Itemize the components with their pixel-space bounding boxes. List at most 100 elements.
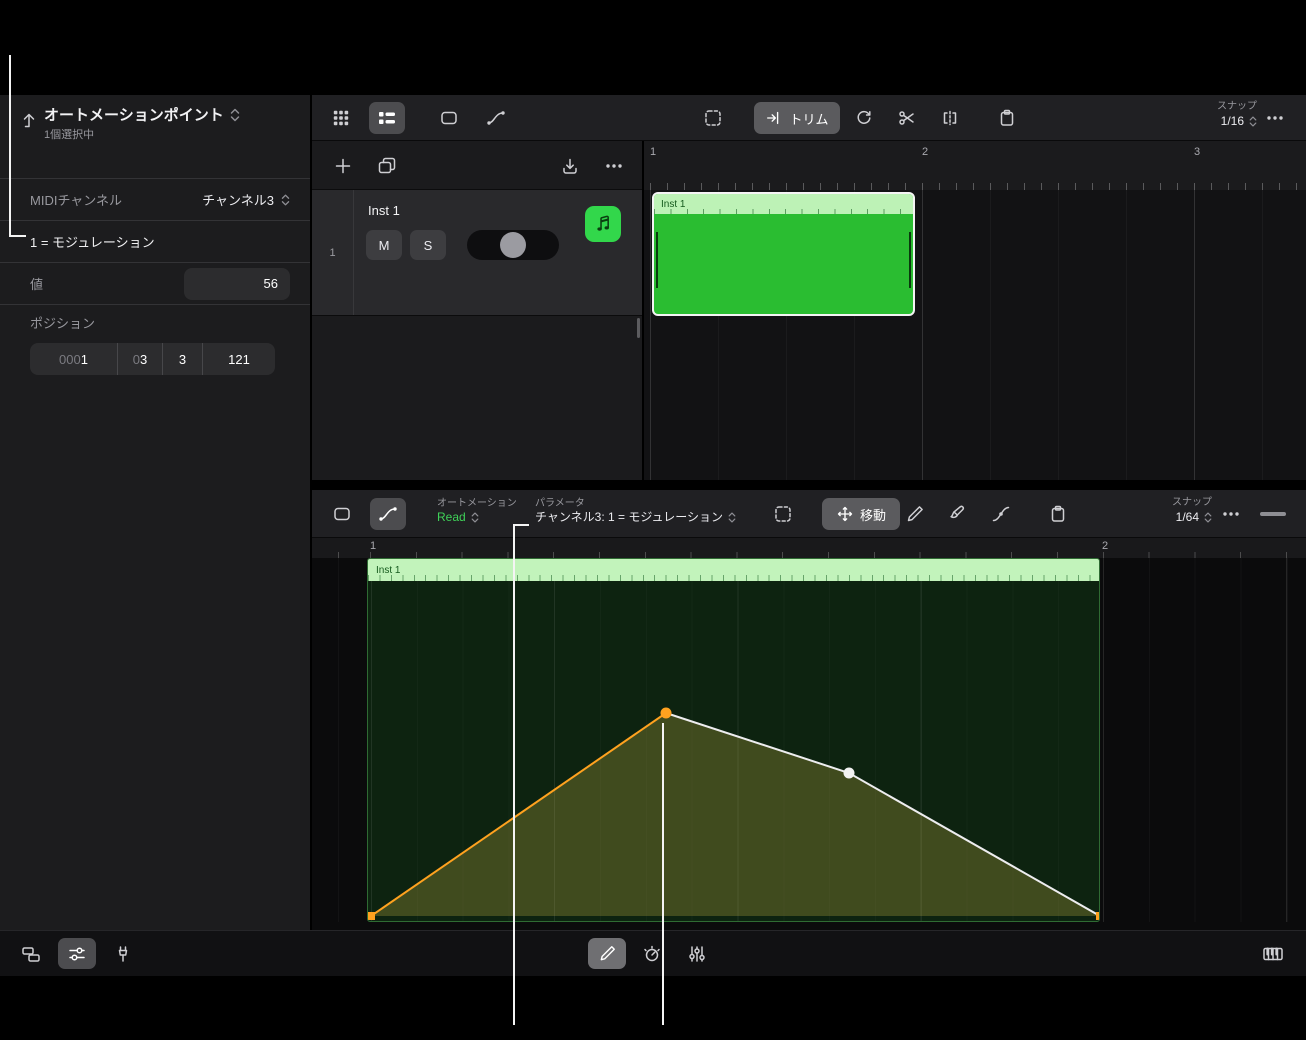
move-icon (836, 505, 854, 523)
parameter-value: チャンネル3: 1 = モジュレーション (535, 510, 723, 526)
dial-icon[interactable] (633, 938, 671, 969)
chevron-updown-icon (1204, 511, 1212, 524)
trim-handle-left[interactable] (656, 232, 658, 288)
snap-value: 1/64 (1176, 510, 1199, 525)
inspector-rows: MIDIチャンネル チャンネル3 1 = モジュレーション 値 56 ポジション (0, 178, 310, 391)
tracks-lane: 1 2 3 Inst 1 (642, 141, 1306, 480)
region-name: Inst 1 (661, 199, 685, 210)
trim-handle-right[interactable] (909, 232, 911, 288)
back-icon[interactable] (13, 104, 45, 136)
parameter-label: パラメータ (535, 497, 736, 510)
automation-label: オートメーション (437, 497, 517, 510)
automation-curve-svg (368, 559, 1100, 922)
track-toggle[interactable] (467, 230, 559, 260)
inspector-subtitle: 1個選択中 (44, 126, 94, 142)
chevron-updown-icon (1249, 115, 1257, 128)
note-icon (592, 213, 614, 235)
faders-panel-icon[interactable] (58, 938, 96, 969)
inspector-panel: オートメーションポイント 1個選択中 MIDIチャンネル チャンネル3 1 (0, 95, 310, 930)
value-row: 値 56 (0, 263, 310, 305)
brush-icon[interactable] (940, 498, 976, 530)
move-tool-button[interactable]: 移動 (822, 498, 900, 530)
trim-label: トリム (789, 109, 828, 128)
position-label: ポジション (30, 313, 95, 332)
inspector-title: オートメーションポイント (44, 104, 224, 125)
more-icon[interactable] (1213, 498, 1249, 530)
panel-drag-handle[interactable] (1260, 512, 1286, 516)
instrument-button[interactable] (585, 206, 621, 242)
paste-icon[interactable] (989, 102, 1025, 134)
tracks-body: 1 Inst 1 M S (312, 141, 1306, 480)
scrollbar[interactable] (637, 318, 640, 338)
regions-panel-icon[interactable] (12, 938, 50, 969)
snap-label: スナップ (1132, 497, 1212, 510)
split-icon[interactable] (932, 102, 968, 134)
automation-editor: オートメーション Read パラメータ チャンネル3: 1 = モジュレーション (310, 490, 1306, 930)
position-field[interactable]: 0001 03 3 121 (30, 343, 275, 375)
trim-button[interactable]: トリム (754, 102, 840, 134)
automation-view-icon[interactable] (478, 102, 514, 134)
bottom-bar (0, 930, 1306, 976)
midi-channel-label: MIDIチャンネル (30, 190, 122, 209)
callout-line-parameter-row (9, 55, 11, 236)
tracks-view-icon[interactable] (369, 102, 405, 134)
ruler-number: 2 (922, 146, 928, 158)
midi-channel-row[interactable]: MIDIチャンネル チャンネル3 (0, 179, 310, 221)
chevron-updown-icon (728, 511, 736, 524)
regions-view-icon[interactable] (431, 102, 467, 134)
parameter-control[interactable]: パラメータ チャンネル3: 1 = モジュレーション (535, 497, 736, 526)
loop-icon[interactable] (846, 102, 882, 134)
automation-view-icon[interactable] (370, 498, 406, 530)
snap-control[interactable]: スナップ 1/16 (1172, 101, 1257, 129)
marquee-icon[interactable] (765, 498, 801, 530)
parameter-row[interactable]: 1 = モジュレーション (0, 221, 310, 263)
cable-icon[interactable] (104, 938, 142, 969)
solo-button[interactable]: S (410, 230, 446, 260)
callout-line-automation-point (662, 723, 664, 1025)
toggle-knob (500, 232, 526, 258)
midi-region[interactable]: Inst 1 (652, 192, 915, 316)
chevron-updown-icon[interactable] (230, 107, 240, 123)
parameter-name: 1 = モジュレーション (30, 232, 155, 251)
snap-value: 1/16 (1221, 114, 1244, 129)
pencil-icon[interactable] (588, 938, 626, 969)
automation-mode-control[interactable]: オートメーション Read (437, 497, 517, 526)
value-field[interactable]: 56 (184, 268, 290, 300)
position-row: 0001 03 3 121 (0, 339, 310, 391)
automation-ruler[interactable]: 1 2 (312, 538, 1306, 558)
marquee-icon[interactable] (695, 102, 731, 134)
automation-body: 1 2 Inst 1 (312, 538, 1306, 930)
scissors-icon[interactable] (889, 102, 925, 134)
ruler-number: 2 (1102, 540, 1108, 552)
move-label: 移動 (860, 505, 886, 524)
mixer-icon[interactable] (678, 938, 716, 969)
grid-view-icon[interactable] (323, 102, 359, 134)
track-row[interactable]: 1 Inst 1 M S (312, 190, 642, 316)
track-name: Inst 1 (368, 203, 400, 218)
track-list-header (312, 141, 642, 190)
piano-icon[interactable] (1254, 938, 1292, 969)
automation-point[interactable] (368, 912, 375, 920)
automation-point[interactable] (844, 768, 855, 779)
regions-view-icon[interactable] (324, 498, 360, 530)
paste-icon[interactable] (1040, 498, 1076, 530)
position-label-row: ポジション (0, 305, 310, 339)
tracks-ruler[interactable]: 1 2 3 (644, 141, 1306, 190)
import-icon[interactable] (552, 150, 588, 182)
tracks-area: トリム スナップ 1/16 (310, 95, 1306, 480)
track-header-column: 1 Inst 1 M S (312, 141, 642, 480)
mute-button[interactable]: M (366, 230, 402, 260)
more-icon[interactable] (1257, 102, 1293, 134)
automation-point[interactable] (661, 708, 672, 719)
callout-line-parameter-popup (513, 524, 515, 1025)
curve-tool-icon[interactable] (983, 498, 1019, 530)
more-icon[interactable] (596, 150, 632, 182)
callout-line-parameter-row-elbow (9, 235, 26, 237)
pencil-icon[interactable] (897, 498, 933, 530)
automation-point[interactable] (1096, 912, 1100, 920)
duplicate-track-icon[interactable] (369, 150, 405, 182)
add-track-icon[interactable] (325, 150, 361, 182)
automation-region[interactable]: Inst 1 (367, 558, 1100, 922)
chevron-updown-icon (471, 511, 479, 524)
snap-control[interactable]: スナップ 1/64 (1132, 497, 1212, 525)
